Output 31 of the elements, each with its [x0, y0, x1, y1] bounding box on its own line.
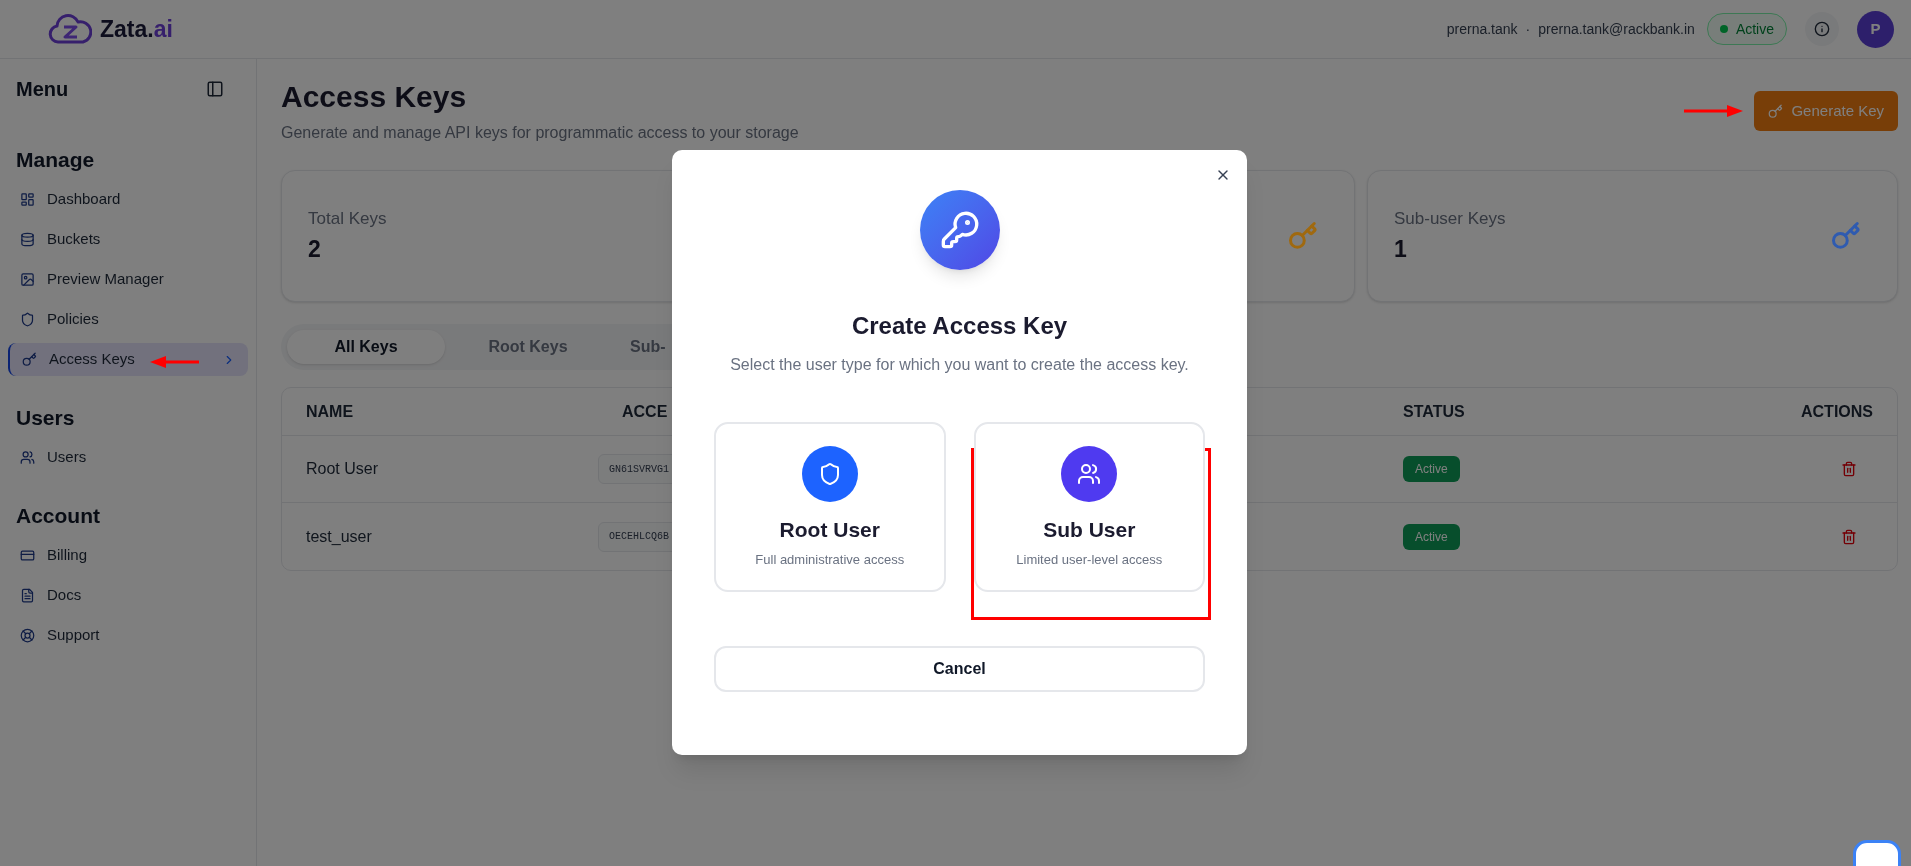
option-subtitle: Full administrative access: [755, 550, 905, 569]
column-header: ACTIONS: [1800, 401, 1873, 422]
section-heading: Manage: [15, 147, 96, 173]
name-cell-text: test_user: [306, 526, 373, 547]
section-heading: Users: [15, 405, 76, 431]
option-title: Root User: [779, 517, 880, 543]
option-subtitle: Limited user-level access: [1016, 550, 1163, 569]
status-badge: Active: [1403, 523, 1460, 550]
dialog-title: Create Access Key: [851, 311, 1068, 341]
status-badge: Active: [1706, 13, 1787, 45]
stat-value: 1: [1394, 234, 1408, 264]
column-header: NAME: [306, 401, 355, 422]
column-header: ACCE: [622, 401, 669, 422]
access-key-text: OECEHLCQ6B: [609, 530, 669, 544]
stat-label: Sub-user Keys: [1394, 208, 1506, 230]
sidebar-title: Menu: [16, 77, 69, 102]
separator-dot: ·: [1525, 19, 1531, 39]
stat-value: 2: [308, 234, 322, 264]
page-title: Access Keys: [281, 79, 468, 115]
username: prerna.tank: [1446, 19, 1518, 39]
access-key-text: GN61SVRVG1: [609, 462, 669, 477]
section-heading: Account: [15, 503, 101, 529]
dialog-description: Select the user type for which you want to create the access key.: [729, 355, 1190, 375]
user-email: prerna.tank@rackbank.in: [1538, 19, 1695, 39]
name-cell-text: Root User: [306, 459, 380, 479]
page-subtitle: Generate and manage API keys for programmatic access to your storage: [281, 123, 799, 143]
brand-name: Zata.ai: [100, 14, 173, 44]
status-badge: Active: [1403, 456, 1460, 482]
stat-label: Total Keys: [308, 208, 387, 230]
option-title: Sub User: [1043, 517, 1136, 543]
column-header: STATUS: [1403, 401, 1466, 422]
